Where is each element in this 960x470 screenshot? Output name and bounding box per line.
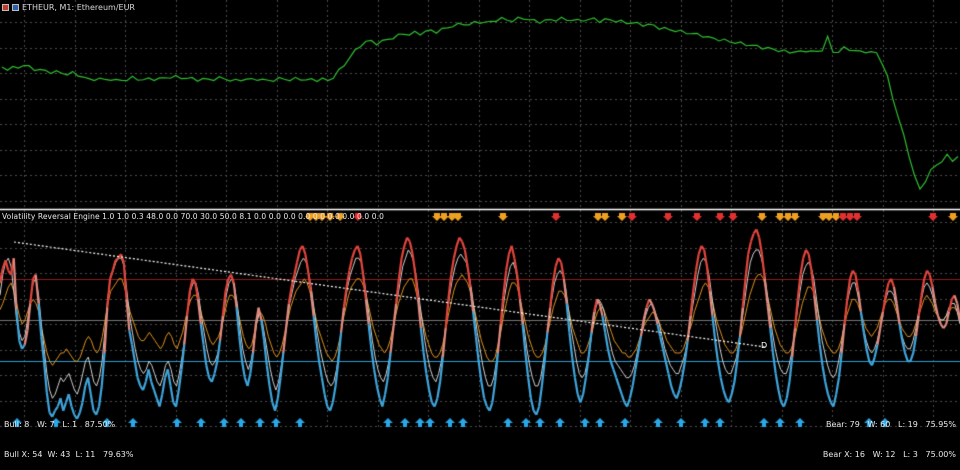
- maximize-icon[interactable]: [12, 3, 19, 11]
- indicator-title: Volatility Reversal Engine 1.0 1.0 0.3 4…: [2, 212, 384, 221]
- trendline-label: D: [761, 341, 768, 350]
- close-icon[interactable]: [2, 3, 9, 11]
- bull-stats-line-2: Bull X: 54 W: 43 L: 11 79.63%: [4, 450, 134, 459]
- bear-stats: Bear: 79 W: 60 L: 19 75.95% Bear X: 16 W…: [823, 400, 956, 470]
- bull-stats: Bull: 8 W: 7 L: 1 87.50% Bull X: 54 W: 4…: [4, 400, 133, 470]
- symbol-title: ETHEUR, M1: Ethereum/EUR: [22, 2, 135, 12]
- bear-stats-line-2: Bear X: 16 W: 12 L: 3 75.00%: [822, 450, 956, 459]
- chart-header: ETHEUR, M1: Ethereum/EUR: [2, 2, 135, 12]
